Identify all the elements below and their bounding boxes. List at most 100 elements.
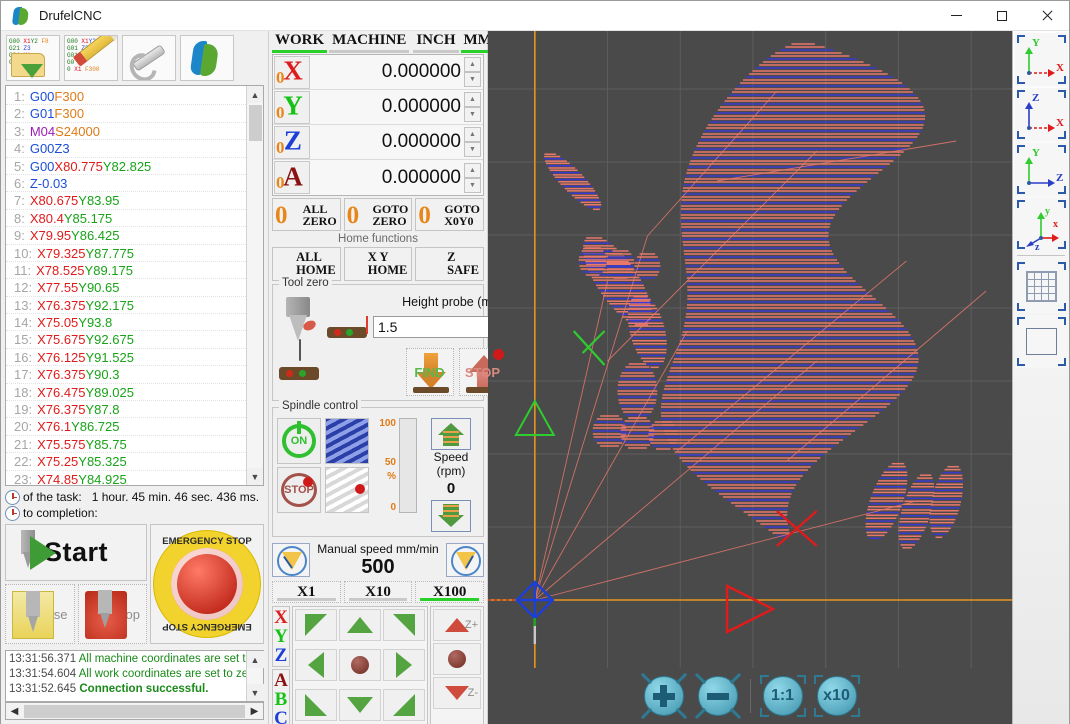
dro-stepper-y[interactable]: ▲ ▼ [464, 92, 481, 122]
dro-value-y[interactable]: 0.000000 [311, 96, 464, 118]
jog-down-button[interactable] [339, 689, 381, 721]
gcode-line[interactable]: 2: G01F300 [6, 105, 246, 123]
log-scroll-right-icon[interactable]: ▶ [246, 703, 263, 719]
jog-up-left-button[interactable] [295, 609, 337, 641]
jog-z-minus-button[interactable]: Z- [433, 677, 481, 709]
axis-group-xyz[interactable]: X Y Z [272, 606, 290, 667]
zoom-one-to-one-button[interactable]: 1:1 [759, 673, 807, 719]
maximize-button[interactable] [979, 1, 1024, 31]
view-yz-button[interactable]: Y Z [1014, 143, 1068, 196]
spindle-decrease-button[interactable] [431, 500, 471, 532]
zero-axis-z-button[interactable]: Z0 [274, 125, 310, 159]
all-home-button[interactable]: ALL HOME [272, 247, 341, 281]
view-iso-button[interactable]: y x z [1014, 198, 1068, 253]
gcode-line[interactable]: 18: X76.475Y89.025 [6, 384, 246, 402]
gcode-line[interactable]: 8: X80.4Y85.175 [6, 210, 246, 228]
speed-increase-gauge-button[interactable] [446, 543, 484, 577]
spindle-increase-button[interactable] [431, 418, 471, 450]
speed-decrease-gauge-button[interactable] [272, 543, 310, 577]
tab-work[interactable]: WORK [272, 32, 328, 53]
dro-stepper-z[interactable]: ▲ ▼ [464, 127, 481, 157]
open-gcode-file-button[interactable]: G00 X1Y2 F8 G21 Z3 G01 X1 00 [6, 35, 60, 81]
multiplier-x10-button[interactable]: X10 [343, 581, 413, 603]
scroll-down-icon[interactable]: ▼ [246, 468, 263, 485]
settings-button[interactable] [122, 35, 176, 81]
z-safe-button[interactable]: Z SAFE [415, 247, 485, 281]
zero-axis-y-button[interactable]: Y0 [274, 90, 310, 124]
jog-left-button[interactable] [295, 649, 337, 681]
dro-step-down-icon[interactable]: ▼ [464, 72, 481, 87]
dro-step-up-icon[interactable]: ▲ [464, 57, 481, 72]
goto-zero-button[interactable]: 0 GOTO ZERO [343, 198, 413, 231]
start-button[interactable]: Start [5, 524, 147, 581]
log-hscrollbar[interactable]: ◀ ▶ [5, 702, 264, 720]
multiplier-x1-button[interactable]: X1 [272, 581, 341, 603]
gcode-line[interactable]: 20: X76.1Y86.725 [6, 418, 246, 436]
jog-up-right-button[interactable] [383, 609, 425, 641]
log-scroll-left-icon[interactable]: ◀ [6, 703, 23, 719]
edit-gcode-button[interactable]: G00 X1Y2 8 G01 Z3 G01 G0 38 0 X1 F300 [64, 35, 118, 81]
gcode-line[interactable]: 13: X76.375Y92.175 [6, 297, 246, 315]
spindle-stop-button[interactable]: STOP [277, 467, 321, 513]
dro-value-z[interactable]: 0.000000 [311, 131, 464, 153]
tab-machine[interactable]: MACHINE [329, 32, 410, 53]
close-button[interactable] [1024, 1, 1069, 31]
zero-axis-a-button[interactable]: A0 [274, 161, 310, 194]
log-hscrollbar-thumb[interactable] [24, 704, 245, 718]
spindle-slider-track[interactable] [399, 418, 417, 513]
goto-x0y0-button[interactable]: 0 GOTO X0Y0 [415, 198, 485, 231]
gcode-list[interactable]: 1: G00F300 2: G01F300 3: M04S24000 4: G00Z3 5: G0… [6, 86, 246, 485]
gcode-scrollbar[interactable]: ▲ ▼ [246, 86, 263, 485]
dro-step-down-icon[interactable]: ▼ [464, 142, 481, 157]
gcode-line[interactable]: 23: X74.85Y84.925 [6, 471, 246, 485]
multiplier-x100-button[interactable]: X100 [415, 581, 485, 603]
gcode-line[interactable]: 16: X76.125Y91.525 [6, 349, 246, 367]
minimize-button[interactable] [934, 1, 979, 31]
all-zero-button[interactable]: 0 ALL ZERO [272, 198, 341, 231]
toggle-grid-button[interactable] [1014, 260, 1068, 313]
dro-stepper-a[interactable]: ▲ ▼ [464, 162, 481, 193]
jog-z-plus-button[interactable]: Z+ [433, 609, 481, 641]
scrollbar-thumb[interactable] [248, 105, 262, 141]
dro-step-up-icon[interactable]: ▲ [464, 127, 481, 142]
dro-value-a[interactable]: 0.000000 [311, 167, 464, 189]
gcode-line[interactable]: 4: G00Z3 [6, 140, 246, 158]
gcode-line[interactable]: 12: X77.55Y90.65 [6, 279, 246, 297]
about-button[interactable] [180, 35, 234, 81]
dro-step-down-icon[interactable]: ▼ [464, 107, 481, 122]
jog-center-button[interactable] [339, 649, 381, 681]
gcode-line[interactable]: 15: X75.675Y92.675 [6, 331, 246, 349]
gcode-line[interactable]: 14: X75.05Y93.8 [6, 314, 246, 332]
gcode-line[interactable]: 3: M04S24000 [6, 123, 246, 141]
log-scrollbar[interactable]: ▲ ▼ [246, 651, 264, 701]
gcode-line[interactable]: 10: X79.325Y87.775 [6, 245, 246, 262]
jog-z-center-button[interactable] [433, 643, 481, 675]
zoom-out-button[interactable] [694, 672, 742, 720]
gcode-line[interactable]: 17: X76.375Y90.3 [6, 366, 246, 384]
log-scroll-down-icon[interactable]: ▼ [246, 684, 264, 701]
jog-down-right-button[interactable] [383, 689, 425, 721]
gcode-line[interactable]: 5: G00X80.775Y82.825 [6, 158, 246, 175]
zoom-x10-button[interactable]: x10 [813, 673, 861, 719]
tab-inch[interactable]: INCH [413, 32, 459, 53]
gcode-line[interactable]: 7: X80.675Y83.95 [6, 192, 246, 210]
stop-button[interactable]: Stop [77, 584, 147, 644]
view-xz-button[interactable]: Z X [1014, 88, 1068, 141]
jog-down-left-button[interactable] [295, 689, 337, 721]
jog-right-button[interactable] [383, 649, 425, 681]
spindle-speed-up-button[interactable] [325, 418, 369, 464]
probe-find-button[interactable]: FIND [405, 348, 454, 396]
dro-stepper-x[interactable]: ▲ ▼ [464, 57, 481, 87]
xy-home-button[interactable]: X Y HOME [343, 247, 413, 281]
toolpath-canvas[interactable] [488, 31, 1012, 668]
scroll-up-icon[interactable]: ▲ [246, 86, 263, 103]
dro-value-x[interactable]: 0.000000 [311, 61, 464, 83]
gcode-line[interactable]: 21: X75.575Y85.75 [6, 436, 246, 454]
gcode-line[interactable]: 11: X78.525Y89.175 [6, 262, 246, 280]
jog-up-button[interactable] [339, 609, 381, 641]
zoom-in-button[interactable] [640, 672, 688, 720]
spindle-on-button[interactable]: ON [277, 418, 321, 464]
spindle-speed-down-button[interactable] [325, 467, 369, 513]
log-scroll-up-icon[interactable]: ▲ [246, 651, 264, 668]
view-xy-button[interactable]: Y X [1014, 33, 1068, 86]
